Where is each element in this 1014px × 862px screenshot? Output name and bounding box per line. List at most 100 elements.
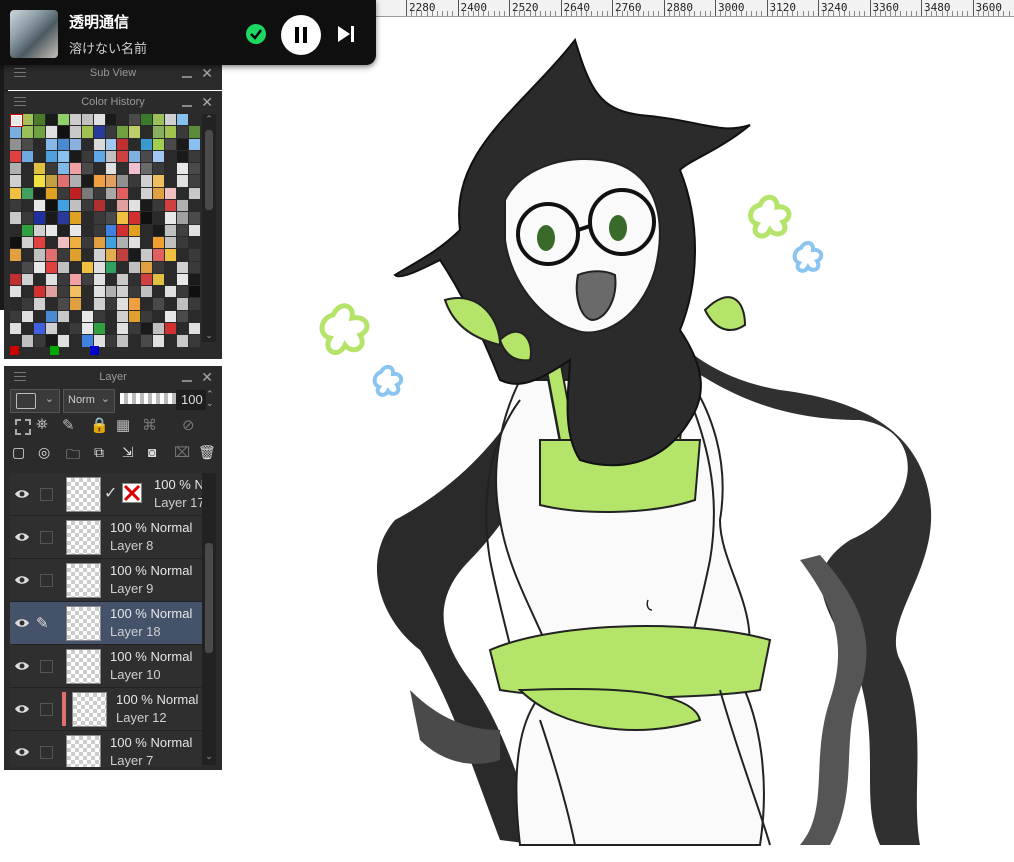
color-swatch[interactable] — [33, 298, 45, 310]
color-swatch[interactable] — [153, 298, 165, 310]
color-swatch[interactable] — [141, 273, 153, 286]
layer-thumbnail[interactable] — [66, 606, 101, 641]
color-swatch[interactable] — [153, 200, 165, 212]
color-history-scrollbar[interactable]: ⌃ ⌄ — [202, 114, 216, 342]
color-swatch[interactable] — [10, 335, 21, 347]
color-swatch[interactable] — [117, 261, 129, 273]
color-swatch[interactable] — [141, 310, 153, 323]
color-swatch[interactable] — [153, 114, 165, 126]
blend-mode-dropdown[interactable]: Norm ⌄ — [63, 389, 115, 413]
color-swatch[interactable] — [141, 286, 153, 298]
color-swatch[interactable] — [45, 126, 57, 138]
color-swatch[interactable] — [177, 310, 189, 323]
color-swatch[interactable] — [153, 187, 165, 200]
color-swatch[interactable] — [33, 249, 45, 261]
color-swatch[interactable] — [57, 249, 69, 261]
color-swatch[interactable] — [165, 261, 177, 273]
color-swatch[interactable] — [165, 310, 177, 323]
color-swatch[interactable] — [69, 150, 81, 163]
mask-enable-icon[interactable]: ⌘ — [142, 416, 162, 436]
layer-color-dropdown[interactable]: ⌄ — [10, 389, 60, 413]
scroll-up-icon[interactable]: ⌃ — [203, 114, 215, 126]
color-swatch[interactable] — [21, 286, 33, 298]
color-swatch[interactable] — [10, 150, 21, 163]
new-folder-icon[interactable]: 🗀 — [66, 444, 86, 464]
color-swatch[interactable] — [21, 273, 33, 286]
layer-thumbnail[interactable] — [66, 649, 101, 684]
color-swatch[interactable] — [45, 114, 57, 126]
color-swatch[interactable] — [33, 323, 45, 335]
color-swatch[interactable] — [153, 261, 165, 273]
color-swatch[interactable] — [129, 200, 141, 212]
color-swatch[interactable] — [10, 175, 21, 187]
color-swatch[interactable] — [33, 175, 45, 187]
color-swatch[interactable] — [117, 114, 129, 126]
color-swatch[interactable] — [141, 126, 153, 138]
color-swatch[interactable] — [57, 175, 69, 187]
color-swatch[interactable] — [57, 150, 69, 163]
color-swatch[interactable] — [153, 224, 165, 236]
color-swatch[interactable] — [93, 126, 105, 138]
color-swatch[interactable] — [93, 298, 105, 310]
color-swatch[interactable] — [117, 187, 129, 200]
color-swatch[interactable] — [177, 323, 189, 335]
color-swatch[interactable] — [189, 138, 200, 150]
color-swatch[interactable] — [57, 163, 69, 175]
color-swatch[interactable] — [117, 175, 129, 187]
layer-row[interactable]: ✓ 100 % N Layer 17 — [10, 473, 205, 516]
color-swatch[interactable] — [33, 150, 45, 163]
new-raster-layer-icon[interactable]: ▢ — [12, 444, 32, 464]
color-swatch[interactable] — [141, 224, 153, 236]
color-swatch[interactable] — [105, 114, 117, 126]
color-swatch[interactable] — [153, 310, 165, 323]
new-vector-layer-icon[interactable]: ◎ — [38, 444, 58, 464]
color-swatch[interactable] — [81, 310, 93, 323]
color-swatch[interactable] — [69, 187, 81, 200]
color-swatch[interactable] — [10, 163, 21, 175]
color-swatch[interactable] — [129, 138, 141, 150]
color-swatch[interactable] — [45, 249, 57, 261]
layer-thumbnail[interactable] — [66, 563, 101, 598]
eye-visibility-icon[interactable] — [14, 659, 30, 671]
color-swatch[interactable] — [45, 150, 57, 163]
layer-lock-checkbox[interactable] — [40, 574, 53, 587]
color-swatch[interactable] — [165, 298, 177, 310]
color-swatch[interactable] — [177, 163, 189, 175]
color-swatch[interactable] — [21, 224, 33, 236]
color-swatch[interactable] — [45, 200, 57, 212]
color-swatch[interactable] — [141, 114, 153, 126]
eye-visibility-icon[interactable] — [14, 702, 30, 714]
drawing-canvas[interactable] — [223, 17, 1014, 862]
layer-row[interactable]: 100 % Normal Layer 7 — [10, 731, 202, 767]
hamburger-icon[interactable] — [14, 68, 26, 80]
color-swatch[interactable] — [69, 323, 81, 335]
color-swatch[interactable] — [81, 212, 93, 224]
color-swatch[interactable] — [21, 249, 33, 261]
layer-row[interactable]: 100 % Normal Layer 8 — [10, 516, 202, 559]
mask-icon[interactable]: ◙ — [148, 444, 168, 464]
color-swatch[interactable] — [189, 114, 200, 126]
color-swatch[interactable] — [117, 286, 129, 298]
color-swatch[interactable] — [129, 224, 141, 236]
minimize-icon[interactable] — [182, 76, 192, 78]
color-swatch[interactable] — [165, 249, 177, 261]
color-swatch[interactable] — [69, 249, 81, 261]
color-swatch[interactable] — [189, 298, 200, 310]
color-swatch[interactable] — [153, 126, 165, 138]
color-swatch[interactable] — [81, 175, 93, 187]
color-swatch[interactable] — [69, 200, 81, 212]
layer-thumbnail[interactable] — [66, 735, 101, 767]
color-swatch[interactable] — [57, 236, 69, 249]
color-swatch[interactable] — [57, 126, 69, 138]
color-swatch[interactable] — [93, 187, 105, 200]
eye-visibility-icon[interactable] — [14, 573, 30, 585]
close-icon[interactable]: ✕ — [201, 62, 213, 84]
color-swatch[interactable] — [177, 126, 189, 138]
color-swatch[interactable] — [81, 224, 93, 236]
color-swatch[interactable] — [45, 310, 57, 323]
color-swatch[interactable] — [105, 261, 117, 273]
color-swatch[interactable] — [105, 175, 117, 187]
color-swatch[interactable] — [165, 126, 177, 138]
color-swatch[interactable] — [153, 150, 165, 163]
color-swatch[interactable] — [69, 298, 81, 310]
